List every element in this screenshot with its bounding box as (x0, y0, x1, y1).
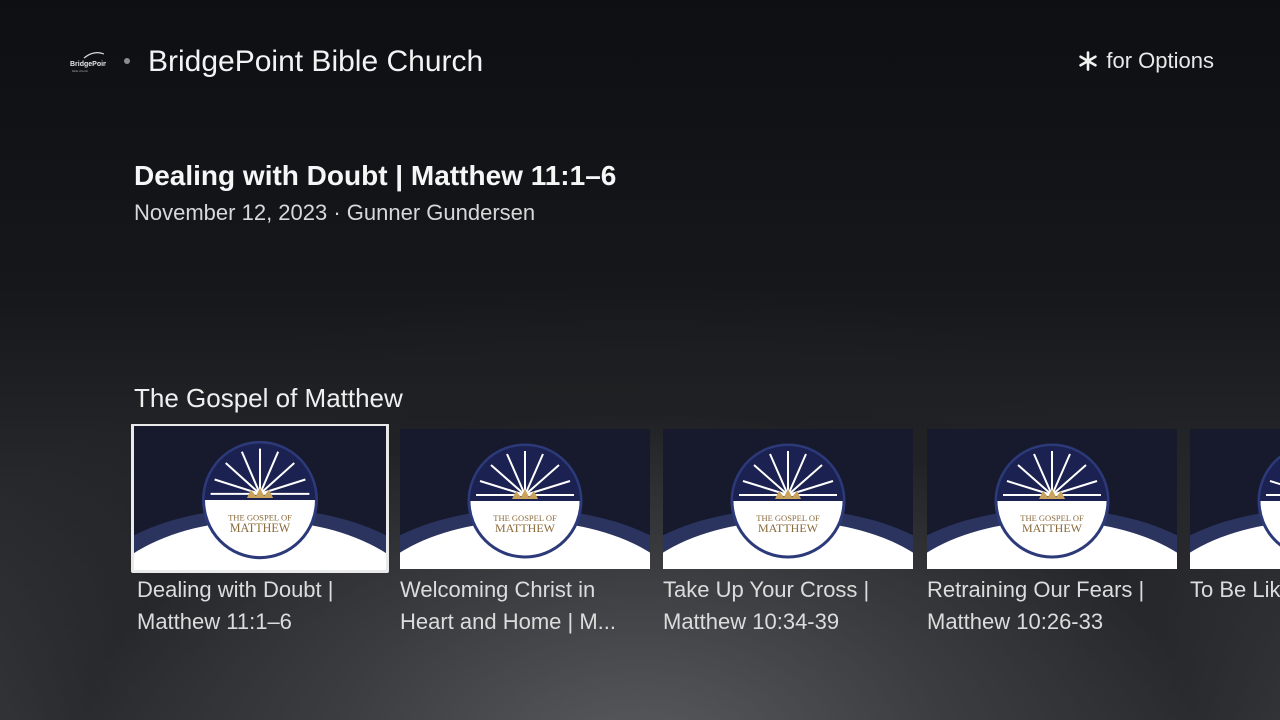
gospel-of-matthew-thumbnail: THE GOSPEL OF MATTHEW (134, 426, 386, 570)
gospel-of-matthew-thumbnail: THE GOSPEL OF MATTHEW (927, 429, 1177, 569)
episode-thumbnail[interactable]: THE GOSPEL OF MATTHEW (927, 429, 1177, 569)
episode-row: THE GOSPEL OF MATTHEW Dealing with Doubt… (0, 424, 1280, 664)
episode-label: Take Up Your Cross | Matthew 10:34-39 (663, 577, 870, 634)
asterisk-icon (1079, 51, 1098, 71)
gospel-of-matthew-thumbnail: THE GOSPEL OF MATTHEW (1190, 429, 1280, 569)
options-hint: for Options (1078, 44, 1214, 78)
svg-text:bible church: bible church (72, 69, 89, 73)
episode-thumbnail[interactable]: THE GOSPEL OF MATTHEW (400, 429, 650, 569)
separator-dot (124, 58, 130, 64)
options-label: for Options (1106, 48, 1214, 73)
header: BridgePoint bible church BridgePoint Bib… (0, 0, 1280, 120)
thumbnail-text-main: MATTHEW (495, 521, 556, 535)
channel-title: BridgePoint Bible Church (148, 45, 484, 78)
episode-meta: November 12, 2023 · Gunner Gundersen (134, 200, 536, 225)
episode-label: Welcoming Christ in Heart and Home | M..… (400, 577, 617, 634)
gospel-of-matthew-thumbnail: THE GOSPEL OF MATTHEW (400, 429, 650, 569)
episode-thumbnail[interactable]: THE GOSPEL OF MATTHEW (663, 429, 913, 569)
row-title: The Gospel of Matthew (134, 383, 403, 413)
episode-details: Dealing with Doubt | Matthew 11:1–6 Nove… (134, 154, 1134, 228)
episode-thumbnail[interactable]: THE GOSPEL OF MATTHEW (1190, 429, 1280, 569)
episode-label: To Be Like... Matthew (1190, 577, 1280, 602)
gospel-of-matthew-thumbnail: THE GOSPEL OF MATTHEW (663, 429, 913, 569)
svg-text:BridgePoint: BridgePoint (70, 61, 106, 68)
episode-label: Retraining Our Fears | Matthew 10:26-33 (927, 577, 1145, 634)
episode-title: Dealing with Doubt | Matthew 11:1–6 (134, 160, 617, 191)
thumbnail-text-main: MATTHEW (758, 521, 819, 535)
episode-thumbnail[interactable]: THE GOSPEL OF MATTHEW (131, 424, 389, 573)
episode-label: Dealing with Doubt | Matthew 11:1–6 (137, 577, 334, 634)
bridgepoint-logo: BridgePoint bible church (70, 52, 106, 73)
thumbnail-text-main: MATTHEW (1022, 521, 1083, 535)
thumbnail-text-main: MATTHEW (230, 521, 291, 535)
